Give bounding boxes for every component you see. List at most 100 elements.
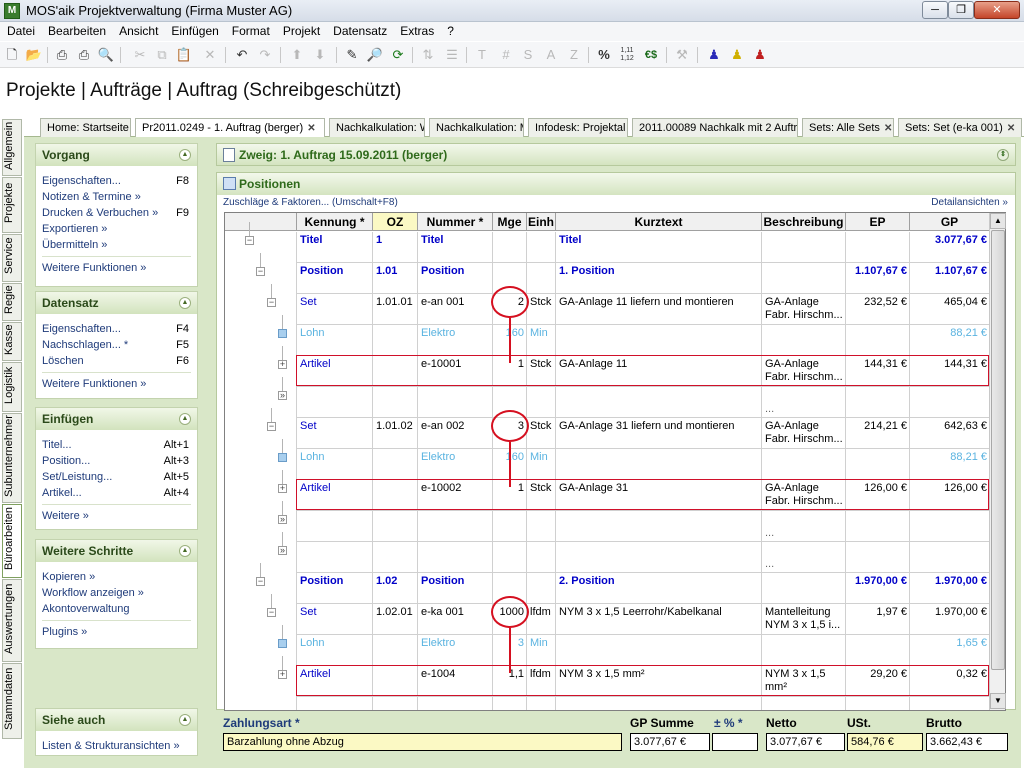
scroll-thumb[interactable] xyxy=(991,230,1005,670)
cell-kennung[interactable]: Set xyxy=(297,418,373,432)
col-header-gp[interactable]: GP xyxy=(910,213,990,231)
tab-nachkalkulation-w[interactable]: Nachkalkulation: W xyxy=(329,118,425,137)
user-red-icon[interactable]: ♟ xyxy=(750,45,770,65)
percent-field[interactable] xyxy=(712,733,758,751)
cell-kennung[interactable]: Position xyxy=(297,263,373,277)
close-button[interactable]: ✕ xyxy=(974,1,1020,19)
cell-kennung[interactable]: Set xyxy=(297,294,373,308)
expand-more-icon[interactable]: » xyxy=(278,546,287,555)
listen-strukturansichten-link[interactable]: Listen & Strukturansichten » xyxy=(36,739,197,755)
tree-toggle-icon[interactable]: + xyxy=(278,670,287,679)
zweig-header[interactable]: Zweig: 1. Auftrag 15.09.2011 (berger) ⇕ xyxy=(216,143,1016,166)
tab-infodesk[interactable]: Infodesk: Projektal xyxy=(528,118,628,137)
currency-button[interactable]: €$ xyxy=(641,45,661,65)
undo-icon[interactable]: ↶ xyxy=(232,45,252,65)
vtab-stammdaten[interactable]: Stammdaten xyxy=(2,663,22,739)
vorgang-weitere-funktionen-link[interactable]: Weitere Funktionen » xyxy=(36,261,197,277)
zahlungsart-field[interactable]: Barzahlung ohne Abzug xyxy=(223,733,622,751)
tab-close-icon[interactable]: ✕ xyxy=(307,123,315,134)
cell-oz[interactable]: 1 xyxy=(373,232,418,246)
loeschen-link[interactable]: Löschen F6 xyxy=(36,354,197,370)
uebermitteln-link[interactable]: Übermitteln » xyxy=(36,238,197,254)
cell-ep[interactable]: 214,21 € xyxy=(846,418,910,432)
cell-gp[interactable]: 465,04 € xyxy=(910,294,990,308)
cell-oz[interactable]: 1.01.01 xyxy=(373,294,418,308)
lohn-icon[interactable] xyxy=(278,453,287,462)
cell-nummer[interactable]: Position xyxy=(418,573,493,587)
cell-einh[interactable]: Stck xyxy=(527,294,556,308)
zuschlaege-faktoren-link[interactable]: Zuschläge & Faktoren... (Umschalt+F8) xyxy=(223,197,398,208)
vtab-regie[interactable]: Regie xyxy=(2,283,22,321)
move-down-icon[interactable]: ⬇ xyxy=(310,45,330,65)
tree-toggle-icon[interactable]: − xyxy=(245,236,254,245)
cell-kennung[interactable]: Lohn xyxy=(297,325,373,339)
cell-oz[interactable]: 1.02.01 xyxy=(373,604,418,618)
cell-kurztext[interactable]: GA-Anlage 11 liefern und montieren xyxy=(556,294,762,308)
print-icon[interactable]: ⎙ xyxy=(52,45,72,65)
tree-toggle-icon[interactable]: − xyxy=(256,267,265,276)
akontoverwaltung-link[interactable]: Akontoverwaltung xyxy=(36,602,197,618)
vorgang-eigenschaften-link[interactable]: Eigenschaften... F8 xyxy=(36,174,197,190)
tree-toggle-icon[interactable]: − xyxy=(256,577,265,586)
tree-toggle-icon[interactable]: − xyxy=(267,298,276,307)
cell-nummer[interactable]: Position xyxy=(418,263,493,277)
format-z-button[interactable]: Z xyxy=(564,45,584,65)
tab-close-icon[interactable]: ✕ xyxy=(1007,123,1015,134)
expand-more-icon[interactable]: » xyxy=(278,515,287,524)
cell-einh[interactable]: Min xyxy=(527,449,556,463)
col-header-kurztext[interactable]: Kurztext xyxy=(556,213,762,231)
cell-gp[interactable]: 642,63 € xyxy=(910,418,990,432)
cell-kurztext[interactable]: 2. Position xyxy=(556,573,762,587)
cell-kennung[interactable]: Lohn xyxy=(297,449,373,463)
datensatz-weitere-funktionen-link[interactable]: Weitere Funktionen » xyxy=(36,377,197,393)
insert-titel-link[interactable]: Titel... Alt+1 xyxy=(36,438,197,454)
col-header-nummer[interactable]: Nummer * xyxy=(418,213,493,231)
user-blue-icon[interactable]: ♟ xyxy=(704,45,724,65)
panel-header[interactable]: Siehe auch ▲ xyxy=(36,709,197,731)
expand-more-icon[interactable]: » xyxy=(278,391,287,400)
menu-projekt[interactable]: Projekt xyxy=(276,22,326,38)
vtab-auswertungen[interactable]: Auswertungen xyxy=(2,579,22,662)
tab-nachkalk-2-auftr[interactable]: 2011.00089 Nachkalk mit 2 Auftr xyxy=(632,118,798,137)
tree-toggle-icon[interactable]: + xyxy=(278,360,287,369)
tab-home[interactable]: Home: Startseite xyxy=(40,118,131,137)
cut-icon[interactable]: ✂ xyxy=(130,45,150,65)
cell-gp[interactable]: 1.970,00 € xyxy=(910,604,990,618)
open-folder-icon[interactable]: 📂 xyxy=(24,45,44,65)
menu-bearbeiten[interactable]: Bearbeiten xyxy=(41,22,112,38)
col-header-mge[interactable]: Mge xyxy=(493,213,527,231)
col-header-einh[interactable]: Einh xyxy=(527,213,556,231)
cell-gp[interactable]: 1.970,00 € xyxy=(910,573,990,587)
notizen-termine-link[interactable]: Notizen & Termine » xyxy=(36,190,197,206)
paste-icon[interactable]: 📋 xyxy=(174,45,194,65)
vtab-projekte[interactable]: Projekte xyxy=(2,177,22,233)
cell-kurztext[interactable]: NYM 3 x 1,5 Leerrohr/Kabelkanal xyxy=(556,604,762,618)
cell-kennung[interactable]: Titel xyxy=(297,232,373,246)
cell-einh[interactable]: Min xyxy=(527,635,556,649)
menu-format[interactable]: Format xyxy=(225,22,276,38)
cell-ep[interactable]: 1.107,67 € xyxy=(846,263,910,277)
cell-gp[interactable]: 88,21 € xyxy=(910,449,990,463)
kopieren-link[interactable]: Kopieren » xyxy=(36,570,197,586)
tab-nachkalkulation-m[interactable]: Nachkalkulation: M xyxy=(429,118,524,137)
collapse-icon[interactable]: ▲ xyxy=(179,714,191,726)
cell-beschreibung[interactable]: GA-Anlage Fabr. Hirschm... xyxy=(762,294,846,322)
scroll-down-icon[interactable]: ▼ xyxy=(990,693,1006,709)
expand-collapse-icon[interactable]: ⇕ xyxy=(997,149,1009,161)
grid-icon[interactable]: ☰ xyxy=(442,45,462,65)
exportieren-link[interactable]: Exportieren » xyxy=(36,222,197,238)
scroll-up-icon[interactable]: ▲ xyxy=(990,213,1006,229)
search-icon[interactable]: 🔎 xyxy=(365,45,385,65)
einfuegen-weitere-link[interactable]: Weitere » xyxy=(36,509,197,525)
ust-field[interactable]: 584,76 € xyxy=(847,733,923,751)
cell-ep[interactable]: 1.970,00 € xyxy=(846,573,910,587)
nachschlagen-link[interactable]: Nachschlagen... * F5 xyxy=(36,338,197,354)
format-s-button[interactable]: S xyxy=(518,45,538,65)
delete-icon[interactable]: ✕ xyxy=(200,45,220,65)
cell-kurztext[interactable]: GA-Anlage 31 liefern und montieren xyxy=(556,418,762,432)
vtab-bueroarbeiten[interactable]: Büroarbeiten xyxy=(2,504,22,578)
cell-gp[interactable]: 3.077,67 € xyxy=(910,232,990,246)
cell-nummer[interactable]: e-an 001 xyxy=(418,294,493,308)
vertical-scrollbar[interactable]: ▲ ▼ xyxy=(989,213,1006,710)
minimize-button[interactable]: ─ xyxy=(922,1,948,19)
